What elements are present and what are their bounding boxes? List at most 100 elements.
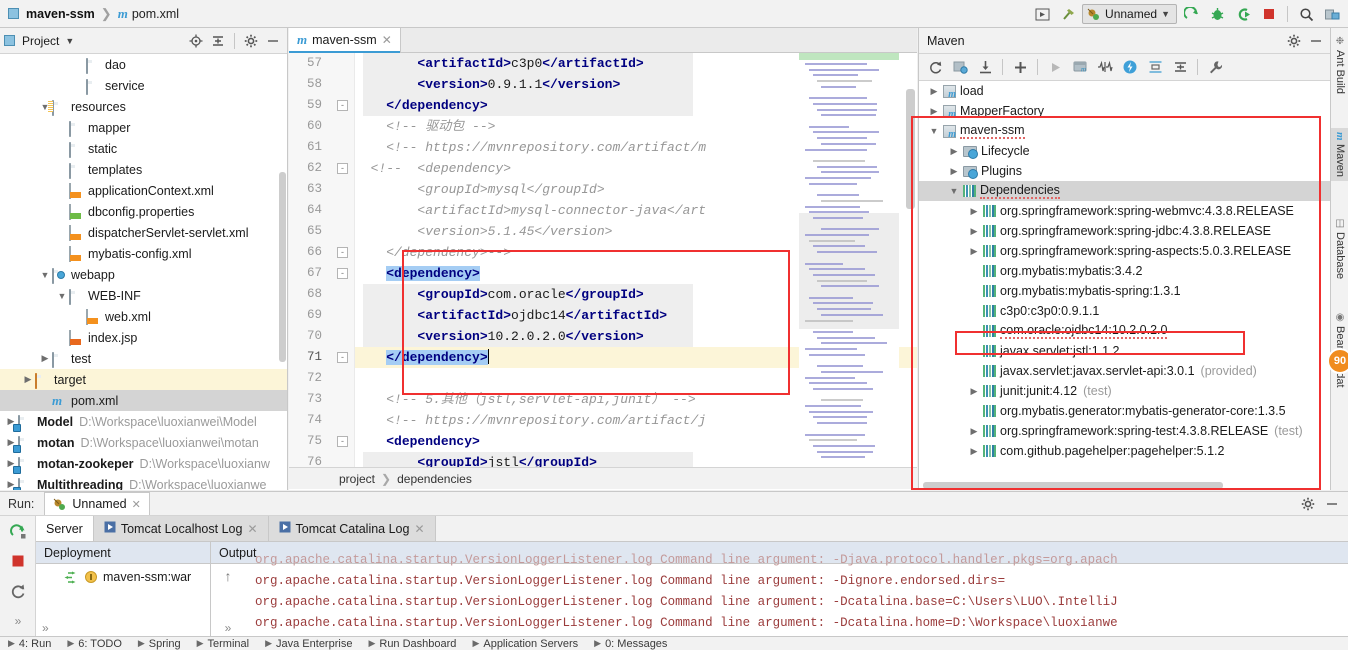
build-hammer-icon[interactable] [1056,3,1080,25]
project-tree-item[interactable]: ▶ Model D:\Workspace\luoxianwei\Model [0,411,287,432]
download-sources-icon[interactable] [973,56,997,78]
maven-horizontal-scrollbar[interactable] [919,481,1329,490]
code-editor[interactable]: 57 58 59 - 60 61 62 - 63 64 65 66 - 67 - 68 69 70 71 - 72 73 7… [289,53,917,467]
code-line[interactable]: <version>5.1.45</version> [355,221,612,242]
collapse-icon[interactable] [1143,56,1167,78]
code-line[interactable]: <!-- https://mvnrepository.com/artifact/… [355,410,706,431]
chevron-right-icon[interactable]: ▶ [38,353,52,364]
gear-icon[interactable] [1298,494,1318,514]
chevron-right-icon[interactable]: ▶ [21,374,35,385]
maven-tree-item[interactable]: ▶ junit:junit:4.12 (test) [919,381,1330,401]
project-tree-item[interactable]: templates [0,159,287,180]
code-line[interactable]: <version>0.9.1.1</version> [355,74,620,95]
code-line[interactable]: <!-- 驱动包 --> [355,116,495,137]
project-tree-item[interactable]: mybatis-config.xml [0,243,287,264]
maven-tree-item[interactable]: org.mybatis:mybatis-spring:1.3.1 [919,281,1330,301]
sidebar-item-ant-build[interactable]: ❉ Ant Build [1331,32,1348,98]
maven-tree-item[interactable]: ▶ MapperFactory [919,101,1330,121]
code-line[interactable]: </dependency> [355,347,489,368]
editor-gutter[interactable]: 57 58 59 - 60 61 62 - 63 64 65 66 - 67 - 68 69 70 71 - 72 73 7… [289,53,355,467]
chevron-down-icon[interactable]: ▼ [945,186,963,196]
run-icon[interactable] [1179,3,1203,25]
close-icon[interactable]: ✕ [132,498,141,511]
project-tree-item[interactable]: applicationContext.xml [0,180,287,201]
double-chevron-icon[interactable]: » [225,621,232,635]
project-tree-item[interactable]: ▶ motan D:\Workspace\luoxianwei\motan [0,432,287,453]
chevron-right-icon[interactable]: ▶ [965,246,983,257]
sidebar-item-maven[interactable]: m Maven [1331,128,1348,181]
breadcrumb-file[interactable]: pom.xml [132,7,179,21]
maven-tree-item[interactable]: ▶ org.springframework:spring-webmvc:4.3.8… [919,201,1330,221]
maven-tree-item[interactable]: org.mybatis.generator:mybatis-generator-… [919,401,1330,421]
stop-icon[interactable] [1257,3,1281,25]
maven-tree-item[interactable]: ▼ maven-ssm [919,121,1330,141]
status-bar-item[interactable]: ▶ Application Servers [472,638,578,650]
collapse-all-icon[interactable] [208,31,228,51]
chevron-down-icon[interactable]: ▼ [38,270,52,280]
run-coverage-icon[interactable] [1231,3,1255,25]
gear-icon[interactable] [1284,31,1304,51]
project-tree[interactable]: dao service ▼ resources mapper static template… [0,54,287,490]
toggle-offline-icon[interactable] [1093,56,1117,78]
editor-tab-pom[interactable]: m maven-ssm ✕ [289,28,401,53]
search-icon[interactable] [1294,3,1318,25]
add-icon[interactable] [1008,56,1032,78]
close-icon[interactable]: ✕ [247,522,257,536]
maven-tree-item[interactable]: ▶ com.github.pagehelper:pagehelper:5.1.2 [919,441,1330,461]
project-tree-item[interactable]: ▼ resources [0,96,287,117]
status-bar-item[interactable]: ▶ 6: TODO [67,638,122,650]
fold-toggle-icon[interactable]: - [337,247,348,258]
chevron-right-icon[interactable]: ▶ [925,106,943,117]
run-sub-tabs[interactable]: Server Tomcat Localhost Log ✕ Tomcat Catali… [0,516,1348,542]
editor-scrollbar-thumb[interactable] [906,89,915,209]
maven-tree-item[interactable]: com.oracle:ojdbc14:10.2.0.2.0 [919,321,1330,341]
code-line[interactable]: <!-- <dependency> [355,158,511,179]
expand-rail-icon[interactable]: » [0,606,36,628]
fold-toggle-icon[interactable]: - [337,436,348,447]
code-line[interactable]: <groupId>com.oracle</groupId> [355,284,643,305]
reimport-icon[interactable] [923,56,947,78]
project-tree-item[interactable]: ▶ target [0,369,287,390]
project-tree-item[interactable]: static [0,138,287,159]
maven-tree-item[interactable]: javax.servlet:jstl:1.1.2 [919,341,1330,361]
chevron-down-icon[interactable]: ▼ [925,126,943,136]
chevron-right-icon[interactable]: ▶ [965,426,983,437]
chevron-right-icon[interactable]: ▶ [965,446,983,457]
execute-maven-goal-icon[interactable]: m [1068,56,1092,78]
code-line[interactable]: <artifactId>ojdbc14</artifactId> [355,305,667,326]
project-structure-settings-icon[interactable] [1320,3,1344,25]
chevron-right-icon[interactable]: ▶ [965,206,983,217]
code-line[interactable]: <dependency> [355,263,480,284]
maven-tree-item[interactable]: ▶ Lifecycle [919,141,1330,161]
chevron-right-icon[interactable]: ▶ [965,386,983,397]
fold-toggle-icon[interactable]: - [337,100,348,111]
close-icon[interactable]: ✕ [382,33,392,47]
chevron-down-icon[interactable]: ▼ [65,36,74,46]
sidebar-item-database[interactable]: ◫ Database [1331,214,1348,283]
project-panel-title[interactable]: Project [18,34,59,48]
status-bar-item[interactable]: ▶ 4: Run [8,638,51,650]
status-bar-item[interactable]: ▶ Terminal [197,638,250,650]
project-tree-item[interactable]: ▶ test [0,348,287,369]
gear-icon[interactable] [241,31,261,51]
project-scrollbar[interactable] [278,54,287,490]
hide-panel-icon[interactable] [1306,31,1326,51]
status-bar-item[interactable]: ▶ Run Dashboard [368,638,456,650]
fold-toggle-icon[interactable]: - [337,268,348,279]
status-bar-item[interactable]: ▶ 0: Messages [594,638,667,650]
code-line[interactable]: <!-- 5.其他（jstl,servlet-api,junit） --> [355,389,695,410]
double-chevron-icon[interactable]: » [42,621,49,635]
restart-icon[interactable] [0,576,36,606]
maven-tree[interactable]: ▶load▶MapperFactory▼maven-ssm▶Lifecycle ▶… [919,81,1330,487]
minimap-viewport[interactable] [799,213,899,329]
maven-tree-item[interactable]: javax.servlet:javax.servlet-api:3.0.1 (pr… [919,361,1330,381]
chevron-down-icon[interactable]: ▼ [55,291,69,301]
maven-tree-item[interactable]: c3p0:c3p0:0.9.1.1 [919,301,1330,321]
maven-settings-icon[interactable] [1203,56,1227,78]
run-sub-tab[interactable]: Tomcat Localhost Log ✕ [93,516,269,541]
fold-toggle-icon[interactable]: - [337,352,348,363]
status-badge[interactable]: 90 [1327,348,1348,374]
project-tree-item[interactable]: dispatcherServlet-servlet.xml [0,222,287,243]
run-sub-tab[interactable]: Tomcat Catalina Log ✕ [268,516,436,541]
maven-tree-item[interactable]: ▶ load [919,81,1330,101]
